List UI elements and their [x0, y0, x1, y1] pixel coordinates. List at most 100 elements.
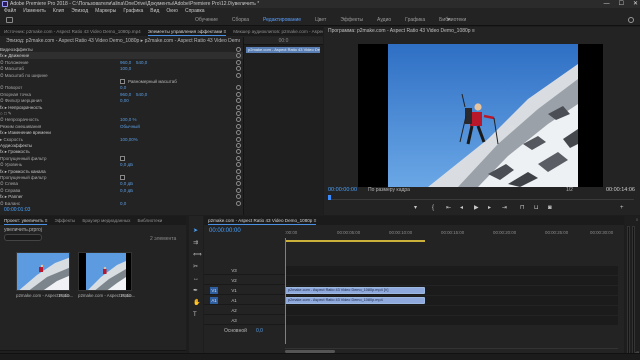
type-tool-icon[interactable]: T	[193, 312, 199, 318]
search-icon[interactable]	[628, 17, 634, 23]
track-lane[interactable]	[285, 306, 618, 315]
reset-icon[interactable]	[236, 59, 241, 65]
workspace-more-button[interactable]: »	[447, 15, 450, 26]
workspace-editing[interactable]: Редактирование	[256, 15, 308, 26]
track-label[interactable]: V2	[230, 277, 238, 284]
reset-icon[interactable]	[236, 175, 241, 180]
menu-window[interactable]: Окно	[166, 8, 178, 15]
tab-sequence[interactable]: p2make.com - Aspect Ratio 43 Video Demo_…	[208, 216, 317, 225]
tab-media-browser[interactable]: Браузер медиаданных	[82, 216, 130, 225]
reset-icon[interactable]	[236, 181, 241, 187]
go-to-out-icon[interactable]: ⇥	[502, 203, 507, 213]
step-forward-icon[interactable]: ▸	[488, 203, 491, 213]
tab-libraries[interactable]: Библиотеки	[137, 216, 162, 225]
home-icon[interactable]	[6, 17, 13, 23]
timeline-playhead[interactable]	[285, 238, 286, 344]
slip-tool-icon[interactable]: ↔	[193, 276, 199, 282]
audio-clip[interactable]: p2make.com - Aspect Ratio 43 Video Demo_…	[285, 297, 425, 304]
reset-icon[interactable]	[236, 136, 241, 142]
reset-icon[interactable]	[236, 143, 241, 148]
reset-icon[interactable]	[236, 98, 241, 104]
mini-timeline-clip[interactable]: p2make.com - Aspect Ratio 43 Video Demo_…	[246, 47, 320, 53]
selection-tool-icon[interactable]: ➤	[193, 228, 199, 234]
menu-help[interactable]: Справка	[185, 8, 205, 15]
effect-row-checkbox[interactable]	[120, 79, 125, 84]
track-label[interactable]: A1	[230, 297, 238, 304]
reset-icon[interactable]	[236, 53, 241, 59]
workspace-effects[interactable]: Эффекты	[333, 15, 370, 26]
workspace-assembly[interactable]: Сборка	[225, 15, 256, 26]
track-label[interactable]: A3	[230, 317, 238, 324]
tab-project[interactable]: Проект: увеличить ≡	[4, 216, 48, 225]
effect-row-value[interactable]: 0,0	[120, 200, 126, 207]
menu-clip[interactable]: Клип	[53, 8, 64, 15]
export-frame-icon[interactable]: ◙	[548, 203, 552, 213]
hand-tool-icon[interactable]: ✋	[193, 300, 200, 306]
reset-icon[interactable]	[236, 187, 241, 193]
reset-icon[interactable]	[236, 162, 241, 168]
workspace-learning[interactable]: Обучение	[188, 15, 225, 26]
effect-row-checkbox[interactable]	[120, 175, 125, 180]
pen-tool-icon[interactable]: ✒	[193, 288, 199, 294]
master-track-value[interactable]: 0,0	[256, 328, 263, 334]
source-patch[interactable]	[210, 307, 218, 314]
program-playhead[interactable]	[328, 195, 331, 200]
reset-icon[interactable]	[236, 117, 241, 123]
lift-icon[interactable]: ⊓	[520, 203, 525, 213]
timeline-timecode[interactable]: 00:00:00:00	[209, 228, 241, 234]
step-back-icon[interactable]: ◂	[460, 203, 463, 213]
track-lane[interactable]	[285, 276, 618, 285]
source-patch[interactable]: V1	[210, 287, 218, 294]
menu-edit[interactable]: Изменить	[23, 8, 46, 15]
project-item-thumbnail[interactable]	[16, 252, 70, 291]
effect-row[interactable]: ⏱ Баланс 0,0	[0, 200, 243, 207]
track-select-tool-icon[interactable]: ⇉	[193, 240, 199, 246]
source-patch[interactable]	[210, 277, 218, 284]
tab-source[interactable]: Источник: p2make.com - Aspect Ratio 43 V…	[4, 27, 141, 36]
program-zoom-select[interactable]: По размеру кадра	[368, 187, 410, 193]
menu-file[interactable]: Файл	[4, 8, 16, 15]
track-label[interactable]: V1	[230, 287, 238, 294]
reset-icon[interactable]	[236, 104, 241, 110]
in-out-range-bar[interactable]	[285, 240, 425, 242]
extract-icon[interactable]: ⊔	[534, 203, 539, 213]
tab-effects[interactable]: Эффекты	[54, 216, 75, 225]
mark-in-icon[interactable]: ▾	[414, 203, 417, 213]
track-lane[interactable]: p2make.com - Aspect Ratio 43 Video Demo_…	[285, 286, 618, 295]
reset-icon[interactable]	[236, 149, 241, 155]
reset-icon[interactable]	[236, 194, 241, 200]
mark-out-icon[interactable]: {	[432, 203, 434, 213]
program-playhead-timecode[interactable]: 00:00:00:00	[328, 187, 357, 193]
workspace-audio[interactable]: Аудио	[370, 15, 398, 26]
maximize-button[interactable]: ☐	[619, 0, 624, 8]
project-search-input[interactable]	[4, 234, 42, 241]
reset-icon[interactable]	[236, 66, 241, 72]
ripple-edit-tool-icon[interactable]: ⟺	[193, 252, 202, 258]
track-lane[interactable]: p2make.com - Aspect Ratio 43 Video Demo_…	[285, 296, 618, 305]
play-icon[interactable]: ▶	[474, 203, 479, 213]
reset-icon[interactable]	[236, 200, 241, 206]
timeline-ruler[interactable]: :00:00 00:00:05:00 00:00:10:00 00:00:15:…	[285, 230, 618, 238]
menu-sequence[interactable]: Эпизод	[71, 8, 88, 15]
track-lane[interactable]	[285, 266, 618, 275]
reset-icon[interactable]	[236, 85, 241, 91]
source-patch[interactable]	[210, 267, 218, 274]
reset-icon[interactable]	[236, 168, 241, 174]
workspace-libraries[interactable]: Библиотеки	[432, 15, 473, 26]
razor-tool-icon[interactable]: ✂	[193, 264, 199, 270]
workspace-color[interactable]: Цвет	[308, 15, 333, 26]
reset-icon[interactable]	[236, 130, 241, 136]
menu-view[interactable]: Вид	[150, 8, 159, 15]
track-lane[interactable]	[285, 316, 618, 325]
go-to-in-icon[interactable]: ⇤	[446, 203, 451, 213]
tab-effect-controls[interactable]: Элементы управления эффектами ≡	[147, 27, 227, 36]
reset-icon[interactable]	[236, 91, 241, 97]
program-scrub-bar[interactable]	[328, 195, 634, 200]
effect-row-checkbox[interactable]	[120, 155, 125, 161]
source-patch[interactable]	[210, 317, 218, 324]
reset-icon[interactable]	[236, 123, 241, 129]
reset-icon[interactable]	[236, 72, 241, 78]
workspace-graphics[interactable]: Графика	[398, 15, 432, 26]
video-clip[interactable]: p2make.com - Aspect Ratio 43 Video Demo_…	[285, 287, 425, 294]
menu-markers[interactable]: Маркеры	[95, 8, 116, 15]
